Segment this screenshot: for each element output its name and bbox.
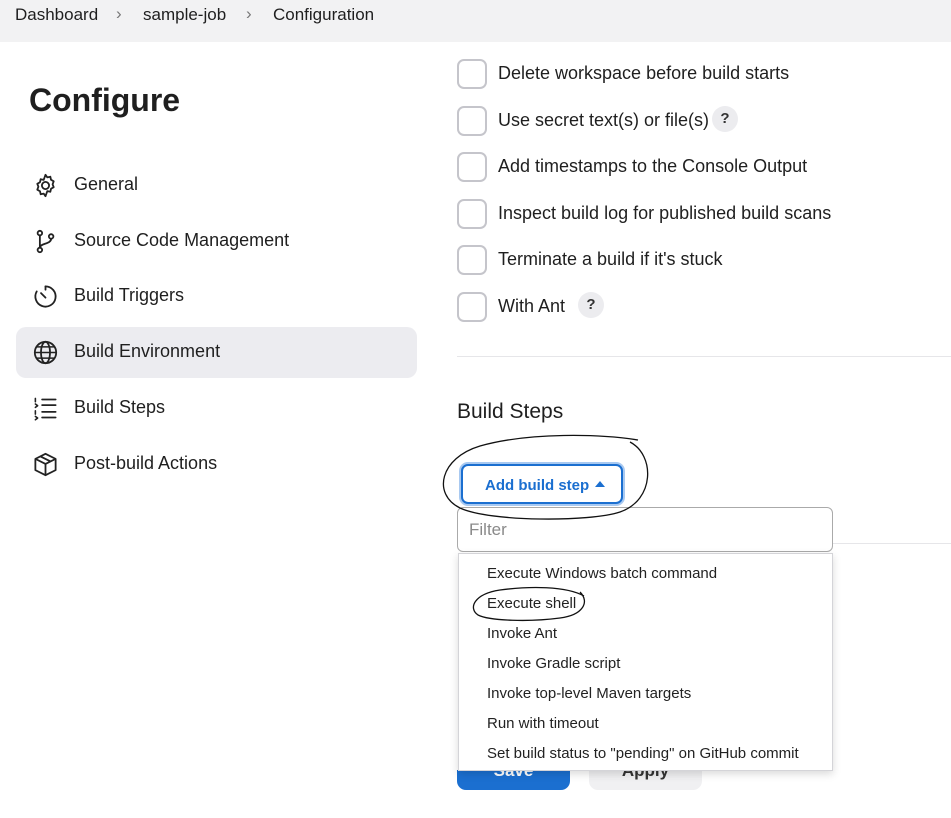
build-steps-title: Build Steps bbox=[457, 400, 564, 423]
chevron-right-icon: › bbox=[246, 4, 252, 23]
save-button-label: Save bbox=[493, 770, 534, 780]
with-ant-checkbox[interactable] bbox=[457, 292, 487, 322]
sidebar-item-label: Build Triggers bbox=[74, 285, 185, 305]
menu-item-invoke-maven[interactable]: Invoke top-level Maven targets bbox=[487, 685, 691, 702]
menu-item-invoke-gradle[interactable]: Invoke Gradle script bbox=[487, 655, 620, 672]
menu-item-set-build-status[interactable]: Set build status to "pending" on GitHub … bbox=[487, 745, 799, 762]
sidebar-item-label: Build Environment bbox=[74, 341, 221, 361]
sidebar-item-source-code-management[interactable]: Source Code Management bbox=[16, 216, 417, 267]
gear-icon bbox=[36, 173, 55, 198]
option-label: Add timestamps to the Console Output bbox=[498, 156, 808, 176]
add-build-step-button[interactable]: Add build step bbox=[461, 464, 623, 504]
option-label: With Ant bbox=[498, 296, 566, 316]
sidebar-item-label: Post-build Actions bbox=[74, 453, 218, 473]
menu-item-execute-shell[interactable]: Execute shell bbox=[487, 595, 576, 612]
globe-icon bbox=[33, 340, 58, 365]
delete-workspace-checkbox[interactable] bbox=[457, 59, 487, 89]
help-icon[interactable]: ? bbox=[712, 106, 738, 132]
build-step-dropdown: Execute Windows batch command Execute sh… bbox=[458, 553, 833, 771]
option-label: Inspect build log for published build sc… bbox=[498, 203, 832, 223]
sidebar-item-build-triggers[interactable]: Build Triggers bbox=[16, 271, 417, 322]
page-title: Configure bbox=[29, 82, 181, 118]
option-label: Terminate a build if it's stuck bbox=[498, 249, 723, 269]
sidebar-item-post-build-actions[interactable]: Post-build Actions bbox=[16, 439, 417, 490]
sidebar-item-general[interactable]: General bbox=[16, 160, 417, 211]
git-branch-icon bbox=[36, 229, 55, 254]
add-timestamps-checkbox[interactable] bbox=[457, 152, 487, 182]
caret-up-icon bbox=[595, 481, 605, 487]
timer-icon bbox=[34, 285, 57, 308]
sidebar-item-build-environment[interactable]: Build Environment bbox=[16, 327, 417, 378]
option-label: Delete workspace before build starts bbox=[498, 63, 790, 83]
apply-button-label: Apply bbox=[621, 770, 670, 780]
sidebar-item-label: General bbox=[74, 174, 139, 194]
breadcrumb-configuration[interactable]: Configuration bbox=[273, 5, 374, 25]
breadcrumb: Dashboard › sample-job › Configuration bbox=[0, 0, 951, 42]
menu-item-run-with-timeout[interactable]: Run with timeout bbox=[487, 715, 599, 732]
option-label: Use secret text(s) or file(s) bbox=[498, 110, 710, 130]
section-divider bbox=[457, 356, 951, 357]
menu-item-invoke-ant[interactable]: Invoke Ant bbox=[487, 625, 557, 642]
sidebar-item-label: Build Steps bbox=[74, 397, 166, 417]
list-steps-icon bbox=[34, 397, 57, 421]
inspect-build-log-checkbox[interactable] bbox=[457, 199, 487, 229]
sidebar-item-build-steps[interactable]: Build Steps bbox=[16, 383, 417, 434]
breadcrumb-sample-job[interactable]: sample-job bbox=[143, 5, 226, 25]
help-icon[interactable]: ? bbox=[578, 292, 604, 318]
chevron-right-icon: › bbox=[116, 4, 122, 23]
menu-item-execute-windows-batch[interactable]: Execute Windows batch command bbox=[487, 565, 717, 582]
package-icon bbox=[34, 452, 57, 477]
terminate-stuck-checkbox[interactable] bbox=[457, 245, 487, 275]
breadcrumb-dashboard[interactable]: Dashboard bbox=[15, 5, 98, 25]
sidebar-item-label: Source Code Management bbox=[74, 230, 290, 250]
apply-button[interactable]: Apply bbox=[589, 770, 702, 790]
section-divider bbox=[833, 543, 951, 544]
save-button[interactable]: Save bbox=[457, 770, 570, 790]
add-build-step-label: Add build step bbox=[485, 477, 590, 494]
filter-input[interactable] bbox=[457, 507, 833, 552]
secret-text-checkbox[interactable] bbox=[457, 106, 487, 136]
